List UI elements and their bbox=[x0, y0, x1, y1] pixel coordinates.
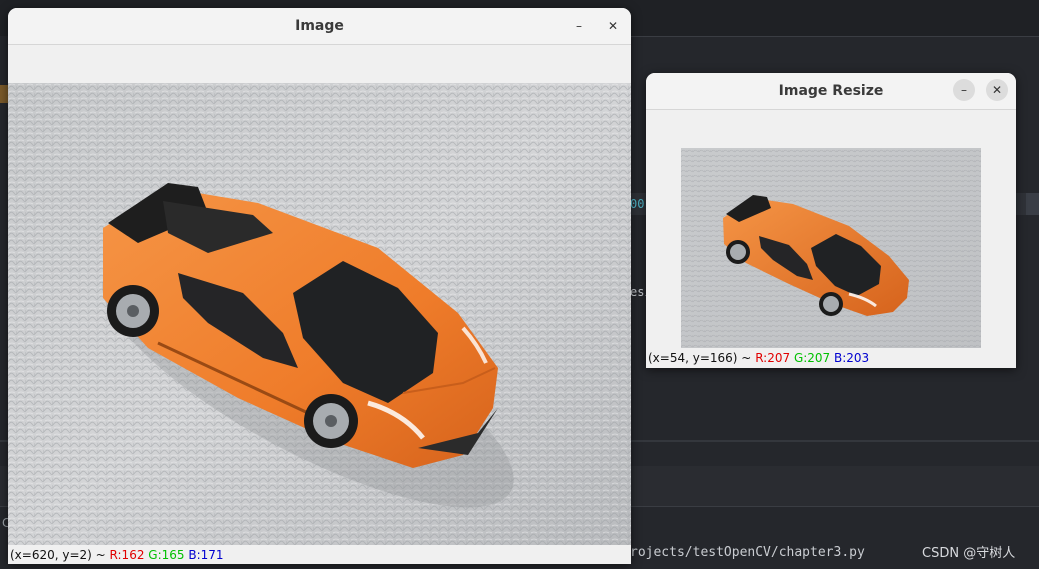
ide-scrollbar-mark bbox=[1026, 193, 1039, 215]
window-title[interactable]: Image bbox=[8, 8, 631, 45]
close-button[interactable]: ✕ bbox=[986, 79, 1008, 101]
status-blue: B:203 bbox=[834, 351, 870, 365]
status-green: G:165 bbox=[148, 548, 185, 562]
status-red: R:207 bbox=[755, 351, 791, 365]
csdn-watermark: CSDN @守树人 bbox=[922, 546, 1016, 561]
car-photo-resized[interactable] bbox=[681, 148, 981, 348]
ide-code-fragment: 00 bbox=[630, 197, 645, 211]
status-coords: (x=54, y=166) ~ bbox=[648, 351, 752, 365]
pixel-status-bar: (x=54, y=166) ~ R:207 G:207 B:203 bbox=[646, 348, 1016, 368]
minimize-button[interactable]: – bbox=[568, 15, 590, 37]
ide-file-path[interactable]: rojects/testOpenCV/chapter3.py bbox=[630, 545, 865, 560]
minimize-button[interactable]: – bbox=[953, 79, 975, 101]
image-resize-window[interactable]: Image Resize – ✕ (x=54, y=166) ~ R:207 G… bbox=[646, 73, 1016, 368]
status-coords: (x=620, y=2) ~ bbox=[10, 548, 106, 562]
status-blue: B:171 bbox=[188, 548, 224, 562]
car-photo[interactable] bbox=[8, 83, 631, 545]
image-window[interactable]: Image – ✕ (x=620, y=2) ~ R:162 G:165 B:1… bbox=[8, 8, 631, 564]
status-green: G:207 bbox=[793, 351, 831, 365]
status-red: R:162 bbox=[109, 548, 145, 562]
ide-tabstrip-divider bbox=[630, 36, 1039, 37]
pixel-status-bar: (x=620, y=2) ~ R:162 G:165 B:171 bbox=[8, 545, 631, 564]
ide-gutter-mark bbox=[0, 85, 8, 103]
close-button[interactable]: ✕ bbox=[602, 15, 624, 37]
